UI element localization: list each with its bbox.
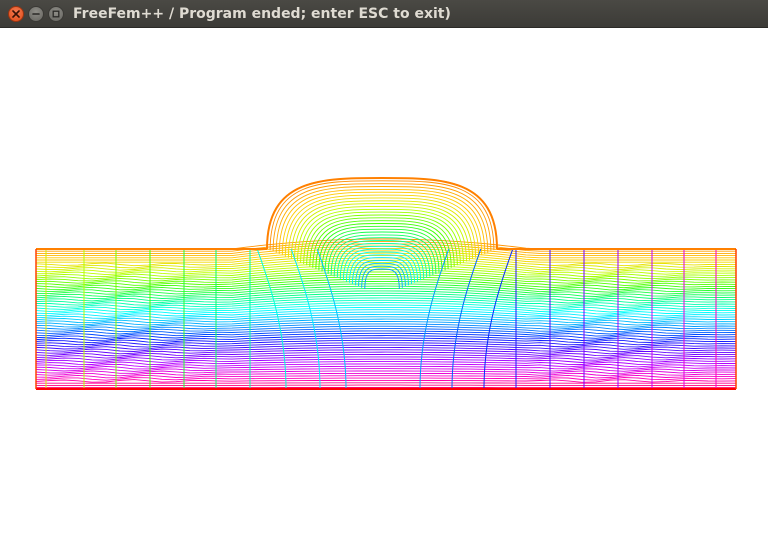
dome-boundary <box>266 176 498 250</box>
isoline-group <box>35 177 737 389</box>
window-title: FreeFem++ / Program ended; enter ESC to … <box>73 6 451 22</box>
maximize-button[interactable] <box>48 6 64 22</box>
isoline <box>35 356 737 361</box>
close-button[interactable] <box>8 6 24 22</box>
close-icon <box>12 10 20 18</box>
freefem-window: FreeFem++ / Program ended; enter ESC to … <box>0 0 768 540</box>
isoline <box>35 311 737 319</box>
isoline <box>266 177 498 250</box>
isoline <box>35 299 737 308</box>
isoline <box>35 313 737 322</box>
isoline <box>284 194 480 257</box>
isoline <box>35 379 737 383</box>
minimize-icon <box>32 13 40 15</box>
title-bar[interactable]: FreeFem++ / Program ended; enter ESC to … <box>0 0 768 28</box>
plot-canvas[interactable] <box>0 28 768 540</box>
isoline-plot <box>35 176 737 390</box>
maximize-icon <box>52 10 60 18</box>
isoline <box>35 297 737 306</box>
isoline <box>35 302 737 311</box>
minimize-button[interactable] <box>28 6 44 22</box>
